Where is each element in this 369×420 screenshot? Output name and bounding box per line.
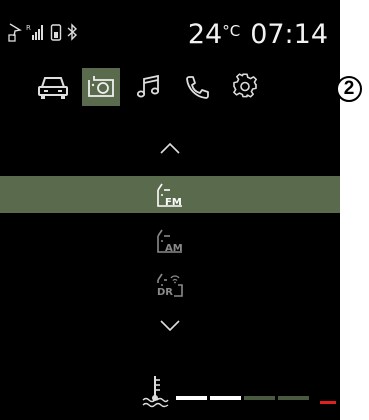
- music-note-icon: [135, 73, 163, 101]
- chevron-up-icon: [159, 140, 181, 159]
- source-dr[interactable]: DR: [0, 266, 340, 303]
- nav-vehicle[interactable]: [34, 68, 72, 106]
- nav-phone[interactable]: [178, 68, 216, 106]
- gear-icon: [231, 73, 259, 101]
- scroll-down-button[interactable]: [0, 318, 340, 337]
- scroll-up-button[interactable]: [0, 140, 340, 159]
- phone-icon: [183, 73, 211, 101]
- nav-settings[interactable]: [226, 68, 264, 106]
- digital-radio-icon: DR: [155, 272, 185, 298]
- temperature-time-display: 24 °C 07:14: [188, 20, 328, 50]
- temperature-unit: °C: [222, 22, 241, 40]
- coolant-temperature-gauge: [176, 396, 336, 404]
- source-label-fm: FM: [165, 196, 182, 208]
- callout-line: [290, 89, 338, 90]
- source-am[interactable]: AM: [0, 222, 340, 259]
- fm-radio-icon: FM: [155, 182, 185, 208]
- car-icon: [36, 73, 70, 101]
- source-label-dr: DR: [157, 286, 174, 298]
- gauge-segment: [278, 396, 309, 400]
- svg-text:R: R: [26, 24, 31, 32]
- callout-number: 2: [336, 76, 362, 102]
- clock: 07:14: [250, 19, 328, 50]
- gauge-segment: [210, 396, 241, 400]
- bluetooth-icon: [66, 22, 78, 42]
- status-icons: R: [8, 22, 78, 42]
- radio-icon: [86, 74, 116, 100]
- source-label-am: AM: [165, 242, 183, 254]
- chevron-down-icon: [159, 318, 181, 337]
- nav-media[interactable]: [82, 68, 120, 106]
- navigation-arrow-icon: [8, 22, 22, 42]
- source-fm[interactable]: FM: [0, 176, 340, 213]
- main-navigation: [34, 68, 264, 106]
- am-radio-icon: AM: [155, 228, 185, 254]
- gauge-warning-marker: [320, 401, 336, 404]
- gauge-segment: [176, 396, 207, 400]
- nav-music[interactable]: [130, 68, 168, 106]
- infotainment-screen: R 24 °C 07:14 FM AM DR: [0, 0, 340, 420]
- gauge-segment: [244, 396, 275, 400]
- outside-temperature: 24: [187, 19, 223, 50]
- signal-strength-icon: R: [26, 22, 46, 42]
- phone-battery-icon: [50, 22, 62, 42]
- coolant-temperature-icon: [140, 374, 170, 412]
